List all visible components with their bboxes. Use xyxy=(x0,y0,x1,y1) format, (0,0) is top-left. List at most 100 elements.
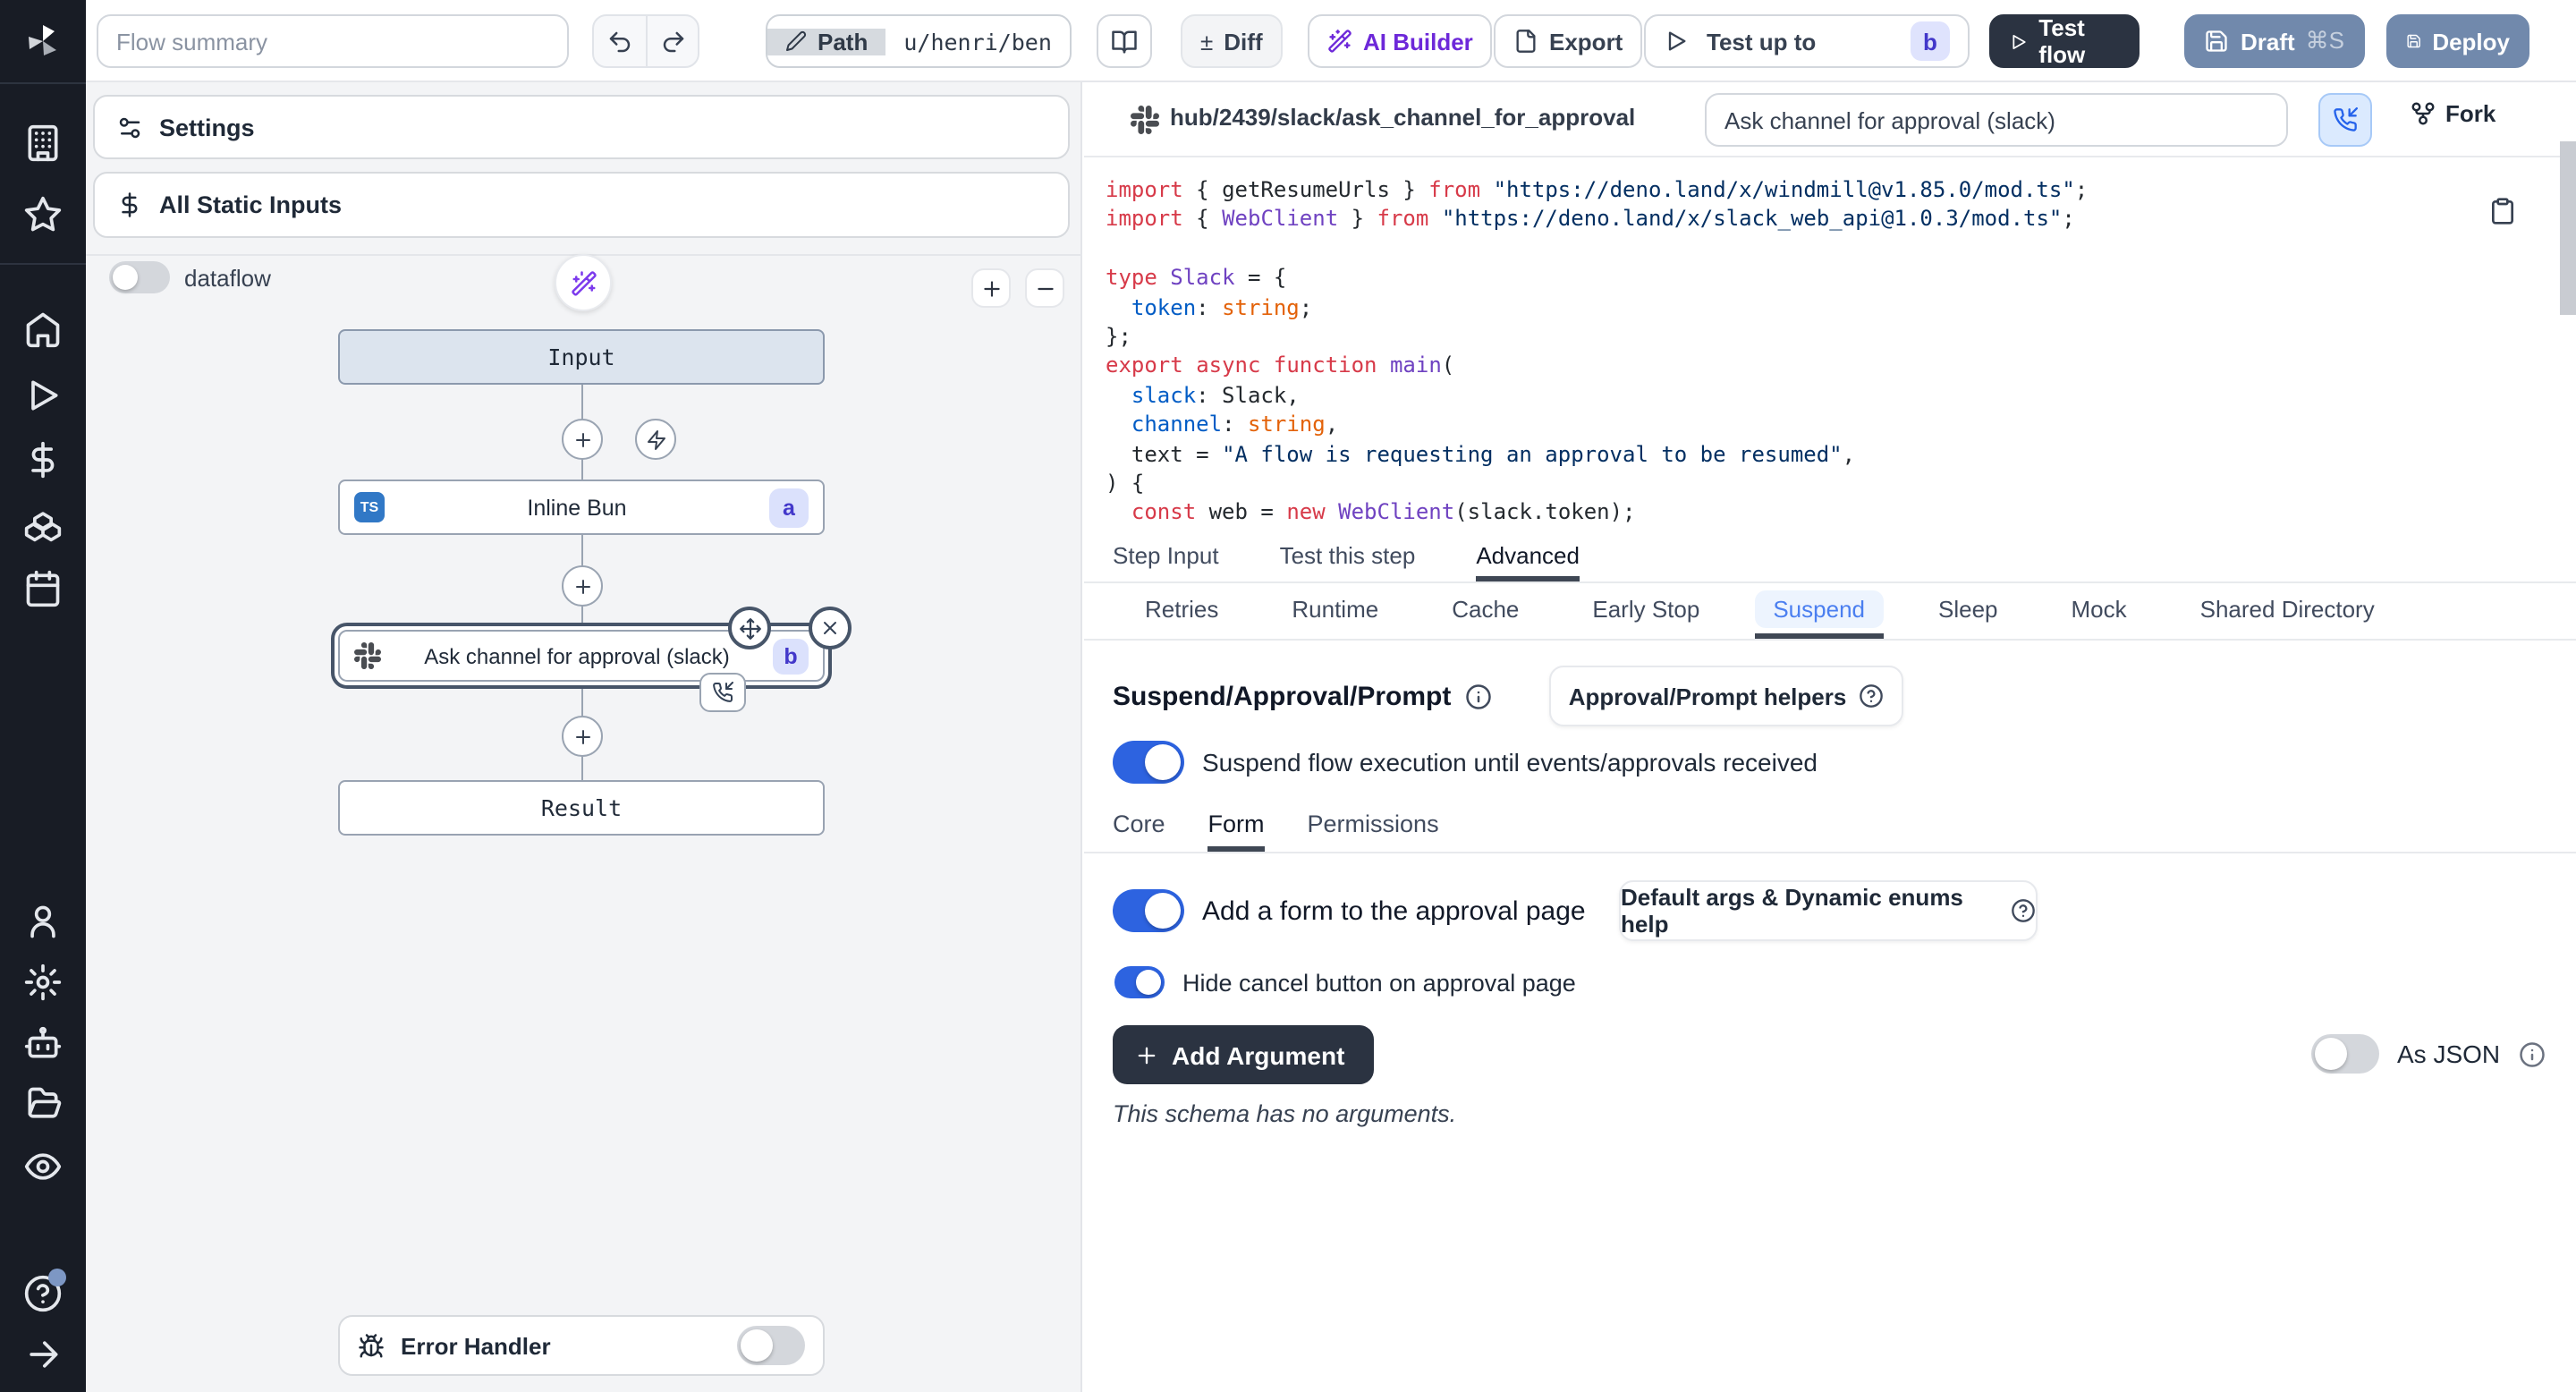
audit-eye-icon[interactable] xyxy=(23,1147,63,1186)
all-static-inputs-row[interactable]: All Static Inputs xyxy=(93,172,1070,238)
expand-arrow-right-icon[interactable] xyxy=(23,1335,63,1374)
workspace-building-icon[interactable] xyxy=(23,123,63,163)
pencil-icon xyxy=(785,30,807,52)
ai-bot-icon[interactable] xyxy=(23,1023,63,1063)
redo-button[interactable] xyxy=(646,16,698,66)
deploy-button[interactable]: Deploy xyxy=(2386,14,2529,68)
user-icon[interactable] xyxy=(23,902,63,941)
plus-icon xyxy=(572,726,593,747)
info-icon[interactable] xyxy=(1465,683,1492,709)
save-icon xyxy=(2406,29,2421,54)
edit-path-button[interactable]: Path xyxy=(767,28,886,55)
plus-icon xyxy=(979,276,1003,300)
ai-flow-wand-button[interactable] xyxy=(555,254,612,311)
clipboard-icon xyxy=(2488,197,2517,225)
insert-step-button[interactable] xyxy=(562,716,603,757)
help-icon[interactable] xyxy=(23,1274,63,1313)
tab-shared-directory[interactable]: Shared Directory xyxy=(2182,583,2393,639)
as-json-label: As JSON xyxy=(2397,1040,2500,1068)
add-form-toggle-row: Add a form to the approval page xyxy=(1113,889,1586,932)
variables-dollar-icon[interactable] xyxy=(23,440,63,480)
move-step-button[interactable] xyxy=(728,607,771,649)
bolt-icon xyxy=(645,429,666,450)
runs-play-icon[interactable] xyxy=(23,376,63,415)
tab-cache[interactable]: Cache xyxy=(1434,583,1537,639)
plus-icon xyxy=(572,575,593,597)
gear-icon[interactable] xyxy=(23,963,63,1002)
sidebar xyxy=(0,0,86,1392)
error-handler-row[interactable]: Error Handler xyxy=(338,1315,825,1376)
insert-step-button[interactable] xyxy=(562,419,603,460)
delete-step-button[interactable] xyxy=(809,607,852,649)
slack-icon xyxy=(1131,106,1159,134)
help-circle-icon xyxy=(2011,898,2036,923)
trigger-bolt-button[interactable] xyxy=(635,419,676,460)
draft-button[interactable]: Draft ⌘S xyxy=(2184,14,2365,68)
step-title-input[interactable] xyxy=(1705,93,2288,147)
fork-button[interactable]: Fork xyxy=(2410,100,2496,127)
phone-incoming-icon xyxy=(712,682,733,703)
flow-summary-input[interactable] xyxy=(97,14,569,68)
flow-editor-panel: Settings All Static Inputs dataflow Inpu… xyxy=(86,82,1082,1392)
step-detail-panel: hub/2439/slack/ask_channel_for_approval … xyxy=(1084,82,2576,1392)
export-button[interactable]: Export xyxy=(1494,14,1642,68)
flow-node-inline-bun[interactable]: TS Inline Bun a xyxy=(338,480,825,535)
tab-sleep[interactable]: Sleep xyxy=(1920,583,2016,639)
add-argument-button[interactable]: Add Argument xyxy=(1113,1025,1373,1084)
plus-minus-icon: ± xyxy=(1200,28,1213,55)
default-args-help-button[interactable]: Default args & Dynamic enums help xyxy=(1619,880,2038,941)
folder-open-icon[interactable] xyxy=(23,1084,63,1124)
insert-step-button[interactable] xyxy=(562,565,603,607)
move-icon xyxy=(738,616,761,640)
hub-path[interactable]: hub/2439/slack/ask_channel_for_approval xyxy=(1170,104,1635,131)
undo-button[interactable] xyxy=(594,16,646,66)
zoom-in-button[interactable] xyxy=(971,268,1011,308)
path-label: Path xyxy=(818,28,868,55)
empty-schema-note: This schema has no arguments. xyxy=(1113,1100,1456,1127)
tab-suspend[interactable]: Suspend xyxy=(1755,583,1883,639)
tab-retries[interactable]: Retries xyxy=(1127,583,1236,639)
plus-icon xyxy=(1134,1042,1159,1067)
approval-helpers-button[interactable]: Approval/Prompt helpers xyxy=(1549,666,1903,726)
test-flow-button[interactable]: Test flow xyxy=(1989,14,2140,68)
flow-settings-row[interactable]: Settings xyxy=(93,95,1070,159)
tab-test-this-step[interactable]: Test this step xyxy=(1280,533,1416,581)
tab-mock[interactable]: Mock xyxy=(2054,583,2145,639)
ai-builder-button[interactable]: AI Builder xyxy=(1308,14,1493,68)
test-up-to-button[interactable]: Test up to b xyxy=(1644,14,1970,68)
as-json-toggle[interactable] xyxy=(2311,1034,2379,1074)
undo-redo-group xyxy=(592,14,699,68)
suspend-flow-toggle[interactable] xyxy=(1113,741,1184,784)
copy-code-button[interactable] xyxy=(2488,197,2517,225)
zoom-out-button[interactable] xyxy=(1025,268,1064,308)
tab-runtime[interactable]: Runtime xyxy=(1274,583,1396,639)
resources-boxes-icon[interactable] xyxy=(23,505,63,544)
tab-early-stop[interactable]: Early Stop xyxy=(1574,583,1717,639)
windmill-logo[interactable] xyxy=(21,20,64,63)
app-window: Path u/henri/ben ± Diff AI Builder Expor… xyxy=(0,0,2576,1392)
flow-node-input[interactable]: Input xyxy=(338,329,825,385)
tab-core[interactable]: Core xyxy=(1113,802,1165,852)
flow-node-result[interactable]: Result xyxy=(338,780,825,836)
slack-icon xyxy=(354,642,381,669)
dataflow-toggle[interactable] xyxy=(109,261,170,293)
docs-book-button[interactable] xyxy=(1097,14,1152,68)
favorites-star-icon[interactable] xyxy=(23,195,63,234)
error-handler-toggle[interactable] xyxy=(737,1326,805,1365)
code-editor[interactable]: import { getResumeUrls } from "https://d… xyxy=(1084,157,2576,533)
schedules-calendar-icon[interactable] xyxy=(23,569,63,608)
scrollbar-thumb[interactable] xyxy=(2560,141,2576,315)
path-value[interactable]: u/henri/ben xyxy=(886,28,1070,55)
home-icon[interactable] xyxy=(23,310,63,349)
tab-step-input[interactable]: Step Input xyxy=(1113,533,1219,581)
add-form-toggle[interactable] xyxy=(1113,889,1184,932)
tab-permissions[interactable]: Permissions xyxy=(1308,802,1439,852)
info-icon[interactable] xyxy=(2518,1040,2545,1067)
tab-advanced[interactable]: Advanced xyxy=(1476,533,1580,581)
dataflow-label: dataflow xyxy=(184,265,271,292)
git-fork-icon xyxy=(2410,100,2436,127)
diff-button[interactable]: ± Diff xyxy=(1181,14,1283,68)
tab-form[interactable]: Form xyxy=(1208,802,1265,852)
hide-cancel-toggle[interactable] xyxy=(1114,966,1165,998)
suspend-phone-button[interactable] xyxy=(2318,93,2372,147)
